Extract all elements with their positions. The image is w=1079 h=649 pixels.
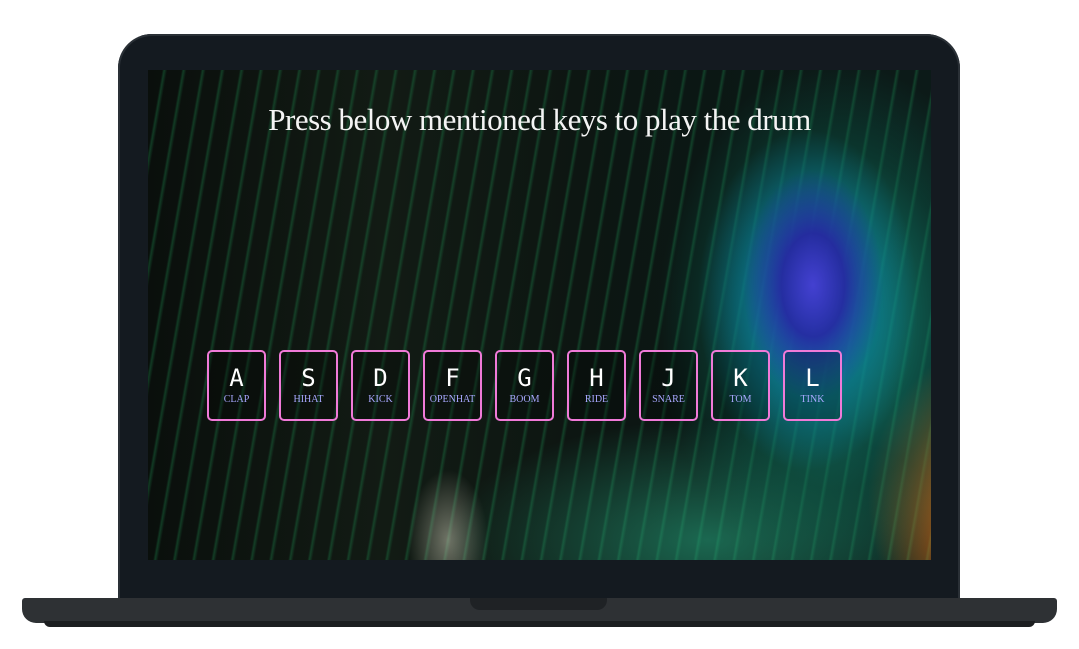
drum-key-row: A clap S hihat D kick F openhat G boom H… (207, 350, 842, 421)
drum-key-k[interactable]: K tom (711, 350, 770, 421)
key-sound-label: tom (729, 393, 752, 405)
page-title: Press below mentioned keys to play the d… (268, 102, 811, 137)
key-sound-label: tink (800, 393, 825, 405)
key-letter: L (805, 363, 820, 392)
key-letter: A (229, 363, 244, 392)
key-letter: J (661, 363, 676, 392)
key-sound-label: snare (652, 393, 685, 405)
drum-key-l[interactable]: L tink (783, 350, 842, 421)
key-letter: F (445, 363, 460, 392)
drum-kit-screen: Press below mentioned keys to play the d… (148, 70, 931, 560)
key-sound-label: ride (584, 393, 609, 405)
key-sound-label: hihat (293, 393, 324, 405)
key-sound-label: kick (368, 393, 393, 405)
key-letter: D (373, 363, 388, 392)
key-sound-label: boom (509, 393, 540, 405)
drum-key-s[interactable]: S hihat (279, 350, 338, 421)
laptop-base-foot (44, 621, 1035, 627)
drum-key-h[interactable]: H ride (567, 350, 626, 421)
drum-key-j[interactable]: J snare (639, 350, 698, 421)
key-letter: K (733, 363, 748, 392)
drum-key-d[interactable]: D kick (351, 350, 410, 421)
drum-key-a[interactable]: A clap (207, 350, 266, 421)
key-letter: S (301, 363, 316, 392)
laptop-mockup: Press below mentioned keys to play the d… (0, 0, 1079, 649)
key-letter: G (517, 363, 532, 392)
drum-key-f[interactable]: F openhat (423, 350, 482, 421)
key-sound-label: openhat (429, 393, 476, 405)
key-letter: H (589, 363, 604, 392)
laptop-base-notch (470, 598, 607, 610)
key-sound-label: clap (223, 393, 250, 405)
drum-key-g[interactable]: G boom (495, 350, 554, 421)
